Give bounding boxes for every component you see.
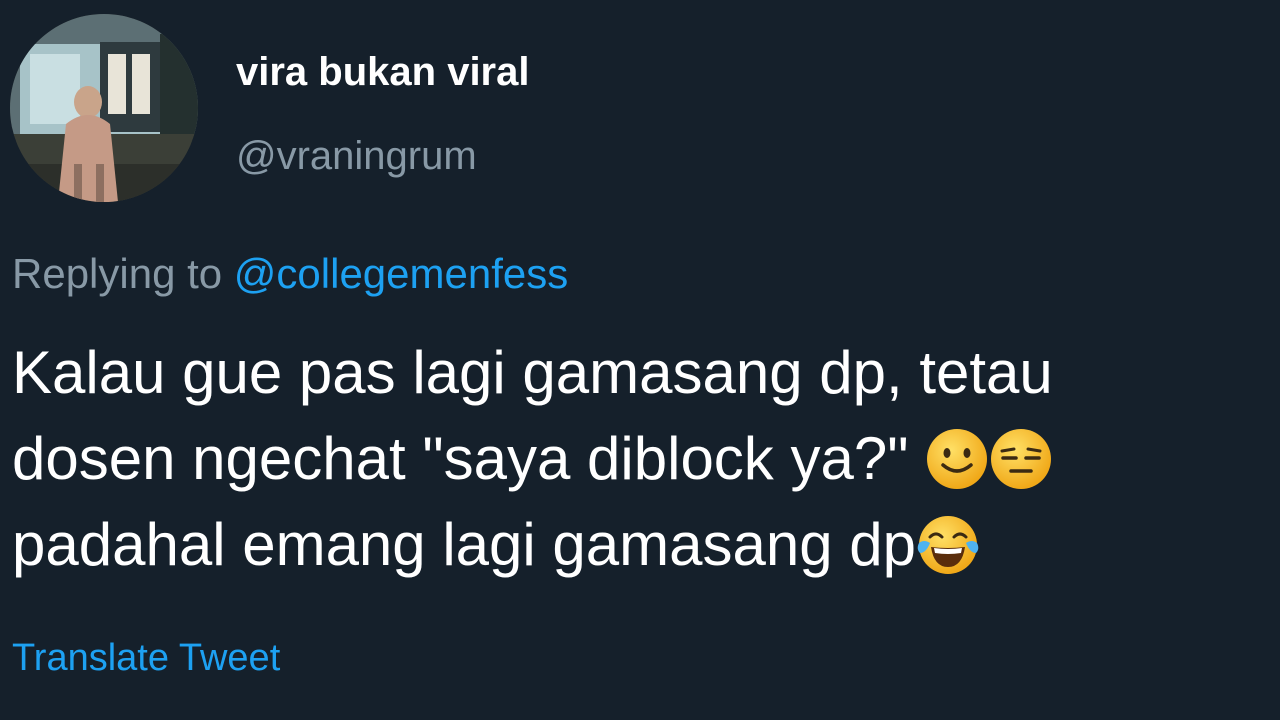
reply-mention-link[interactable]: @collegemenfess (234, 250, 568, 297)
slightly-smiling-face-icon (925, 427, 989, 491)
tweet-text-line: dosen ngechat "saya diblock ya?" (12, 416, 1262, 502)
tweet-card: vira bukan viral @vraningrum Replying to… (0, 0, 1280, 720)
tweet-text-line-2: dosen ngechat "saya diblock ya?" (12, 425, 909, 492)
replying-prefix: Replying to (12, 250, 223, 297)
avatar-photo (10, 14, 198, 202)
author-display-name[interactable]: vira bukan viral (236, 50, 529, 95)
avatar[interactable] (10, 14, 198, 202)
replying-to-line: Replying to @collegemenfess (12, 250, 568, 298)
tears-of-joy-face-icon (916, 513, 980, 577)
tweet-text: Kalau gue pas lagi gamasang dp, tetau do… (12, 330, 1262, 588)
tweet-text-line: padahal emang lagi gamasang dp (12, 502, 1262, 588)
tweet-text-line-3: padahal emang lagi gamasang dp (12, 511, 917, 578)
tweet-text-line-1: Kalau gue pas lagi gamasang dp, tetau (12, 339, 1053, 406)
tweet-text-line: Kalau gue pas lagi gamasang dp, tetau (12, 330, 1262, 416)
translate-tweet-link[interactable]: Translate Tweet (12, 637, 280, 680)
author-handle[interactable]: @vraningrum (236, 134, 477, 179)
expressionless-face-icon (989, 427, 1053, 491)
